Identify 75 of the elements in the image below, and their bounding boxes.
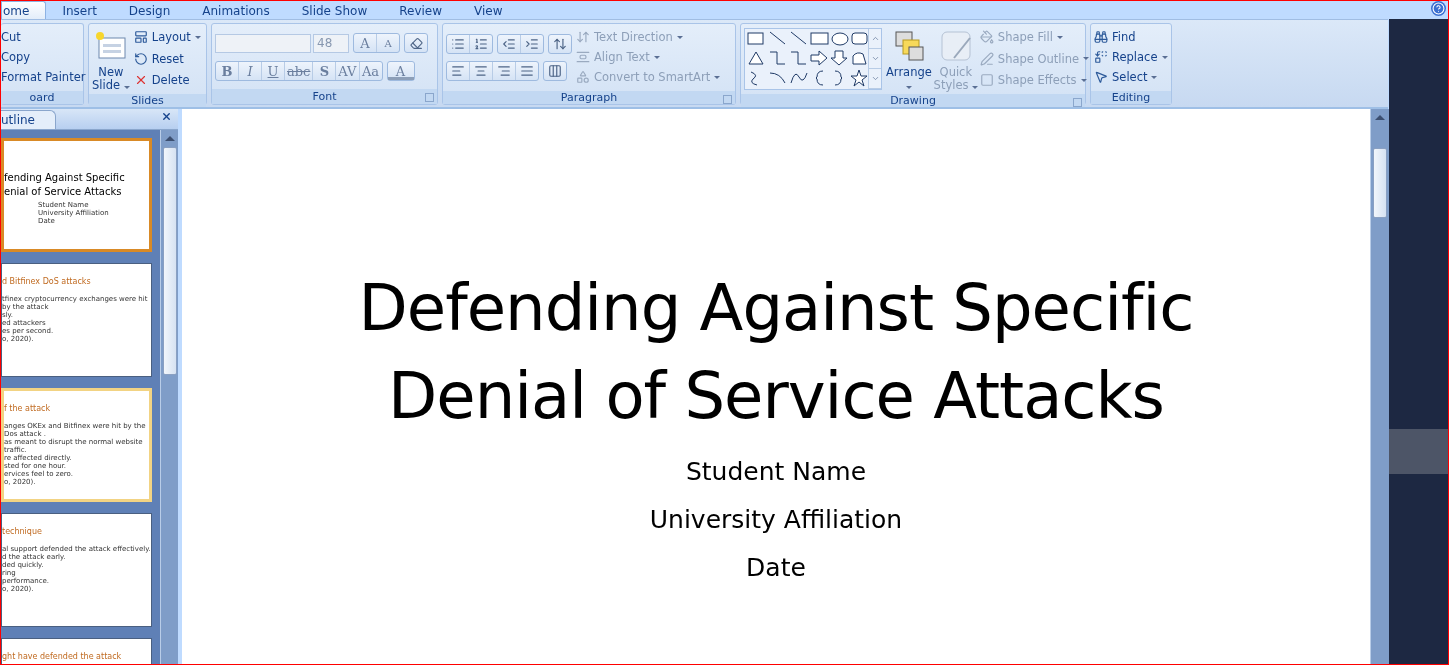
thumbnail-title: enial of Service Attacks <box>4 185 123 199</box>
slide-title: Defending Against Specific <box>358 270 1194 347</box>
ribbon-tab[interactable]: Insert <box>46 2 113 19</box>
slides-command[interactable]: Reset <box>133 48 205 69</box>
editing-command[interactable]: Replace <box>1094 47 1172 67</box>
caret-icon <box>1151 75 1158 79</box>
thumbnail-title: f the attack <box>4 403 52 414</box>
replace-icon <box>1094 50 1108 64</box>
font-style-button[interactable]: U <box>262 62 285 80</box>
slide-subtitle: University Affiliation <box>649 504 903 536</box>
shape-gallery-drawing[interactable] <box>745 29 868 87</box>
shrink-font-button[interactable]: A <box>377 34 399 52</box>
thumbnail-title: technique <box>2 526 43 537</box>
slides-command[interactable]: Layout <box>133 27 205 47</box>
group-label: Font <box>212 89 437 104</box>
ribbon-tab[interactable]: Design <box>112 2 187 19</box>
pen-icon <box>979 51 994 66</box>
reset-icon <box>133 51 148 66</box>
align-text-icon <box>576 50 590 64</box>
ribbon-tab[interactable]: ome <box>1 1 47 19</box>
thumbnail-title: d Bitfinex DoS attacks <box>2 276 92 287</box>
font-style-button[interactable]: AV <box>336 62 360 80</box>
help-icon[interactable] <box>1431 1 1446 16</box>
pointer-icon <box>1094 70 1108 84</box>
thumbnail-title: fending Against Specific <box>4 171 126 185</box>
ribbon-tab[interactable]: View <box>458 2 519 19</box>
paint-bucket-icon <box>979 30 994 44</box>
caret-icon <box>1080 78 1087 82</box>
ribbon-tab[interactable]: Animations <box>186 2 286 19</box>
ribbon-tab[interactable]: Slide Show <box>285 2 384 19</box>
slide-subtitle: Student Name <box>685 456 867 488</box>
grow-font-button[interactable]: A <box>354 34 377 52</box>
font-style-button[interactable]: I <box>239 62 262 80</box>
caret-icon <box>676 35 683 39</box>
chevron-down-icon <box>870 74 880 83</box>
font-color-button[interactable]: A <box>387 62 414 80</box>
group-label: oard <box>1 91 83 104</box>
background-strip <box>1389 429 1448 474</box>
clipboard-command[interactable]: Copy <box>1 47 90 67</box>
scrollbar[interactable] <box>1370 109 1389 664</box>
slide-thumbnail[interactable]: ght have defended the attack <box>1 638 152 664</box>
group-label: Drawing <box>741 94 1085 107</box>
caret-icon <box>1161 55 1168 59</box>
layout-icon <box>133 30 148 44</box>
slide-title: Denial of Service Attacks <box>388 358 1164 435</box>
caret-icon <box>653 55 660 59</box>
editing-command[interactable]: Select <box>1094 67 1172 87</box>
chevron-down-icon <box>870 54 880 63</box>
square-icon <box>979 73 994 87</box>
thumbnail-title: ght have defended the attack <box>2 651 123 662</box>
slide-icon <box>94 30 127 62</box>
ribbon-tab[interactable]: Review <box>383 2 459 19</box>
arrange-button[interactable]: Arrange <box>886 26 932 92</box>
chevron-up-icon <box>870 34 880 43</box>
font-style-button[interactable]: Aa <box>359 62 382 80</box>
slides-command[interactable]: Delete <box>133 70 205 90</box>
text-direction-icon <box>576 30 590 44</box>
editing-command[interactable]: Find <box>1094 27 1172 47</box>
new-slide-button[interactable]: New Slide <box>92 26 130 92</box>
scrollbar[interactable] <box>160 130 178 664</box>
binoculars-icon <box>1094 30 1108 44</box>
slide-subtitle: Date <box>746 552 806 584</box>
caret-icon <box>1056 35 1063 39</box>
clipboard-command[interactable]: Cut <box>1 27 90 47</box>
smartart-icon <box>576 70 590 84</box>
group-label: Editing <box>1091 91 1171 104</box>
caret-icon <box>714 75 721 79</box>
group-label: Paragraph <box>443 91 735 104</box>
font-name-field[interactable] <box>215 33 311 53</box>
group-label: Slides <box>89 94 206 107</box>
caret-icon <box>194 35 201 39</box>
outline-tab[interactable]: utline <box>1 110 56 129</box>
clipboard-command[interactable]: Format Painter <box>1 67 90 87</box>
brush-icon <box>939 30 972 62</box>
arrange-icon <box>892 30 925 62</box>
